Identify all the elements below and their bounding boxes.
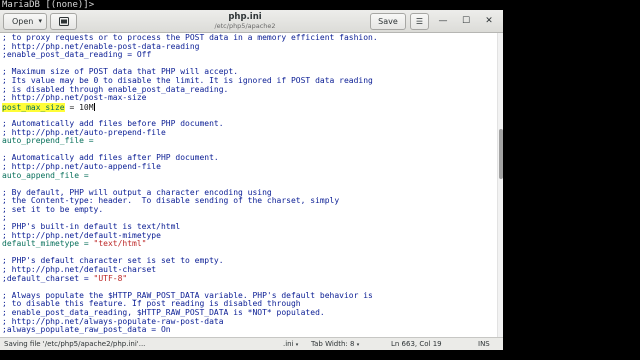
setting-eq: =: [64, 102, 80, 112]
title-block: php.ini /etc/php5/apache2: [150, 12, 340, 31]
setting-key: ;default_charset =: [2, 273, 94, 283]
code-lines: ; to proxy requests or to process the PO…: [0, 33, 497, 335]
open-label: Open: [12, 17, 34, 26]
code-line: post_max_size = 10M: [2, 102, 497, 112]
code-line: auto_prepend_file =: [2, 136, 497, 146]
hamburger-menu-icon[interactable]: ☰: [410, 13, 429, 30]
gedit-window: Open ▾ php.ini /etc/php5/apache2 Save ☰ …: [0, 10, 503, 350]
save-button[interactable]: Save: [370, 13, 406, 30]
line-text: ; http://php.net/post-max-size: [2, 93, 147, 103]
code-line: ; http://php.net/post-max-size: [2, 93, 497, 103]
minimize-icon[interactable]: —: [434, 13, 452, 30]
setting-value: 10M: [79, 102, 94, 112]
cursor-position: Ln 663, Col 19: [391, 340, 442, 348]
chevron-down-icon: ▾: [295, 342, 299, 348]
text-editor[interactable]: ; to proxy requests or to process the PO…: [0, 33, 497, 337]
line-text: auto_append_file =: [2, 170, 89, 180]
line-text: ; set it to be empty.: [2, 204, 104, 214]
code-line: ;default_charset = "UTF-8": [2, 273, 497, 284]
new-tab-icon: [58, 17, 69, 26]
code-line: ;always_populate_raw_post_data = On: [2, 325, 497, 335]
terminal-prompt: MariaDB [(none)]>: [0, 0, 640, 10]
setting-value: "UTF-8": [93, 273, 128, 283]
setting-key: default_mimetype =: [2, 239, 94, 249]
vertical-scrollbar[interactable]: [497, 33, 503, 337]
tab-width-label: Tab Width: 8: [311, 340, 355, 348]
code-line: ;enable_post_data_reading = Off: [2, 50, 497, 60]
line-text: ;always_populate_raw_post_data = On: [2, 325, 171, 335]
line-text: auto_prepend_file =: [2, 136, 94, 146]
chevron-down-icon: ▾: [356, 342, 360, 348]
new-tab-button[interactable]: [50, 13, 77, 30]
bottom-strip: [0, 350, 640, 360]
filetype-label: .ini: [283, 340, 294, 348]
document-path: /etc/php5/apache2: [214, 22, 276, 30]
line-text: ;enable_post_data_reading = Off: [2, 50, 152, 60]
scrollbar-thumb[interactable]: [499, 129, 503, 179]
chevron-down-icon: ▾: [38, 17, 42, 25]
open-button[interactable]: Open ▾: [3, 13, 47, 30]
code-line: default_mimetype = "text/html": [2, 239, 497, 249]
code-line: ; set it to be empty.: [2, 204, 497, 215]
insert-mode-indicator: INS: [478, 340, 490, 348]
status-message: Saving file '/etc/php5/apache2/php.ini'.…: [4, 340, 146, 348]
code-line: auto_append_file =: [2, 170, 497, 181]
setting-value: "text/html": [93, 239, 147, 249]
close-icon[interactable]: ✕: [480, 13, 498, 30]
text-cursor: [93, 102, 95, 111]
header-bar: Open ▾ php.ini /etc/php5/apache2 Save ☰ …: [0, 10, 503, 33]
setting-key: post_max_size: [2, 102, 65, 112]
maximize-icon[interactable]: ☐: [457, 13, 475, 30]
status-bar: Saving file '/etc/php5/apache2/php.ini'.…: [0, 337, 503, 350]
document-title: php.ini: [228, 12, 262, 22]
